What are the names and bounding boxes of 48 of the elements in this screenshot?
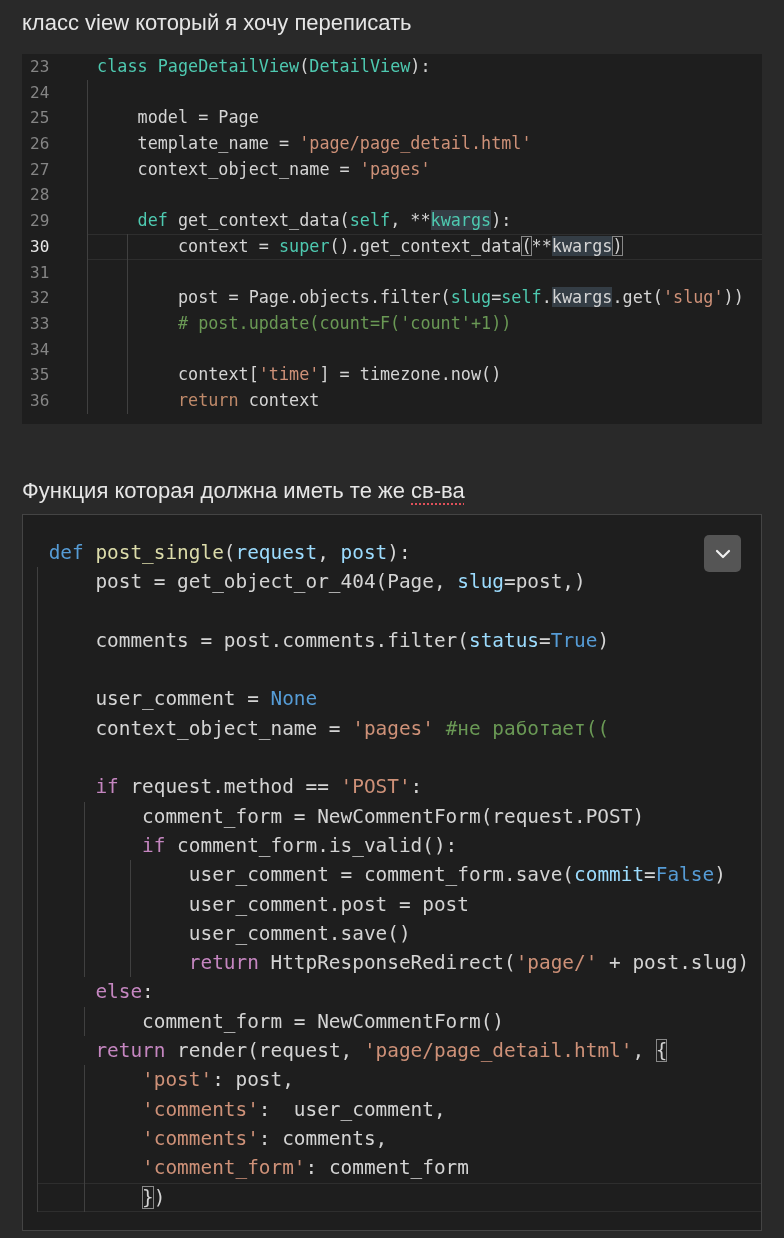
code-line: 'comments': comments, [141, 1126, 388, 1150]
code-line: else: [94, 980, 154, 1004]
code-line: user_comment.save() [187, 921, 411, 945]
code-line: template_name = 'page/page_detail.html' [136, 133, 532, 154]
code-line: if comment_form.is_valid(): [141, 833, 458, 857]
code-line: model = Page [136, 107, 259, 128]
line-number: 34 [29, 338, 51, 361]
line-number: 32 [29, 287, 51, 310]
heading: класс view который я хочу переписать [22, 9, 412, 37]
code-line: user_comment.post = post [187, 892, 469, 916]
collapse-button[interactable] [704, 535, 741, 572]
code-line: context['time'] = timezone.now() [176, 364, 502, 385]
code-line: context_object_name = 'pages' [136, 158, 431, 179]
line-number: 25 [29, 107, 51, 130]
code-line: if request.method == 'POST': [94, 775, 423, 799]
line-number: 31 [29, 261, 51, 284]
code-line: context = super().get_context_data(**kwargs) [176, 235, 623, 256]
code-line: 'post': post, [141, 1068, 294, 1092]
code-line: 'comments': user_comment, [141, 1097, 446, 1121]
line-number: 30 [29, 235, 51, 258]
line-number: 27 [29, 158, 51, 181]
code-line: }) [141, 1185, 166, 1209]
code-line: def get_context_data(self, **kwargs): [136, 210, 512, 231]
code-line: 'comment_form': comment_form [141, 1156, 469, 1180]
code-line: comment_form = NewCommentForm(request.POST) [141, 804, 645, 828]
code-line: user_comment = None [94, 687, 318, 711]
code-line: post = Page.objects.filter(slug=self.kwargs.get('slug')) [176, 287, 744, 308]
code-line: context_object_name = 'pages' #не работает(( [94, 716, 610, 740]
code-line: return render(request, 'page/page_detail.html', { [94, 1039, 668, 1063]
code-line: comment_form = NewCommentForm() [141, 1009, 504, 1033]
line-number: 33 [29, 312, 51, 335]
code-line: post = get_object_or_404(Page, slug=post,) [94, 570, 586, 594]
code-line: # post.update(count=F('count'+1)) [176, 312, 512, 333]
code-line: user_comment = comment_form.save(commit=False) [187, 863, 726, 887]
line-number: 35 [29, 364, 51, 387]
code-line: return context [176, 389, 320, 410]
code-line: class PageDetailView(DetailView): [97, 56, 431, 76]
code-line: def post_single(request, post): [48, 541, 411, 564]
line-number: 23 [29, 56, 51, 78]
line-number: 36 [29, 389, 51, 412]
chevron-down-icon [714, 548, 731, 559]
code-line: return HttpResponseRedirect('page/' + post.slug) [187, 951, 750, 975]
line-number: 26 [29, 133, 51, 156]
line-number: 29 [29, 210, 51, 233]
line-number: 24 [29, 81, 51, 104]
line-number: 28 [29, 184, 51, 207]
heading: Функция которая должна иметь те же св-ва [22, 477, 465, 505]
code-line: comments = post.comments.filter(status=True) [94, 628, 610, 652]
